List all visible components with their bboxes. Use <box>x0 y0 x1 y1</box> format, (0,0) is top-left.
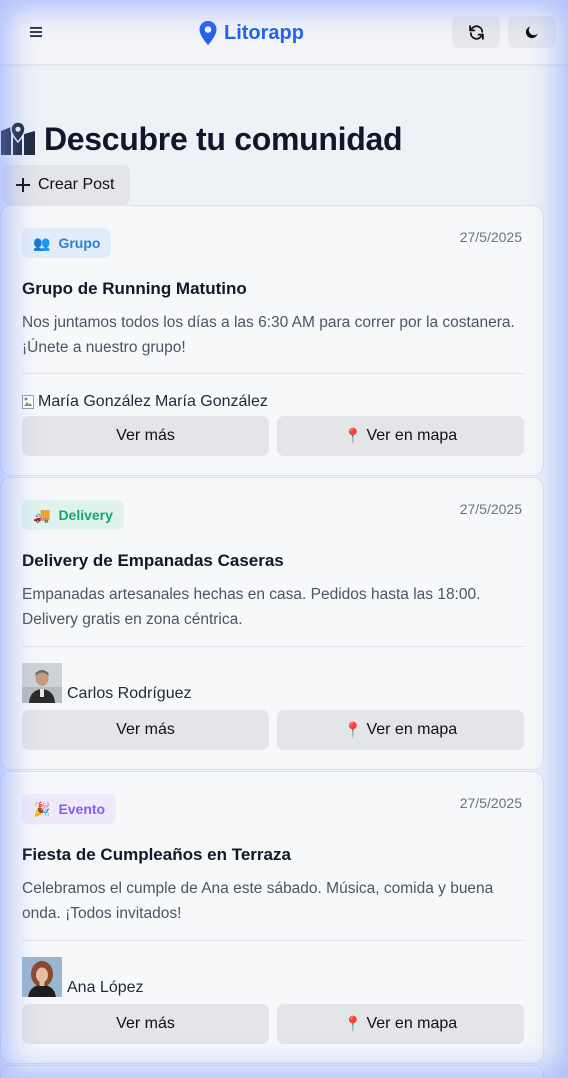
view-on-map-button[interactable]: 📍 Ver en mapa <box>277 1004 524 1044</box>
post-author: Ana López <box>22 957 144 997</box>
post-card: 🚚 Delivery 27/5/2025 Delivery de Empanad… <box>0 477 544 770</box>
page-title: Descubre tu comunidad <box>0 118 403 160</box>
pushpin-icon: 📍 <box>343 722 363 739</box>
page-heading: Descubre tu comunidad <box>44 120 403 157</box>
menu-button[interactable] <box>22 20 50 44</box>
avatar-alt-text: María González <box>38 393 151 410</box>
post-card <box>0 1065 544 1078</box>
avatar <box>22 957 62 997</box>
author-name: Ana López <box>67 979 144 996</box>
brand-name: Litorapp <box>224 21 304 44</box>
post-card: 🎉 Evento 27/5/2025 Fiesta de Cumpleaños … <box>0 771 544 1064</box>
category-badge: 🎉 Evento <box>22 794 117 824</box>
view-on-map-label: Ver en mapa <box>366 1015 458 1032</box>
refresh-button[interactable] <box>452 16 500 48</box>
avatar <box>22 663 62 703</box>
card-divider <box>22 940 524 941</box>
pushpin-icon: 📍 <box>343 1016 363 1033</box>
moon-icon <box>525 26 538 39</box>
category-label: Grupo <box>58 235 101 251</box>
post-description: Celebramos el cumple de Ana este sábado.… <box>22 880 494 922</box>
post-date: 27/5/2025 <box>459 501 522 517</box>
post-author: Carlos Rodríguez <box>22 663 192 703</box>
author-name: María González <box>154 393 268 410</box>
menu-icon <box>30 27 42 37</box>
view-on-map-label: Ver en mapa <box>366 427 458 444</box>
category-label: Evento <box>58 801 106 817</box>
pushpin-icon: 📍 <box>343 428 363 445</box>
see-more-button[interactable]: Ver más <box>22 1004 269 1044</box>
users-icon: 👥 <box>33 234 51 251</box>
card-actions: Ver más 📍 Ver en mapa <box>22 710 524 750</box>
see-more-label: Ver más <box>116 427 175 444</box>
post-card: 👥 Grupo 27/5/2025 Grupo de Running Matut… <box>0 205 544 476</box>
map-pin-icon <box>199 21 217 45</box>
see-more-button[interactable]: Ver más <box>22 416 269 456</box>
author-name: Carlos Rodríguez <box>67 685 192 702</box>
post-date: 27/5/2025 <box>459 229 522 245</box>
truck-icon: 🚚 <box>33 506 51 523</box>
broken-image-icon <box>22 395 34 409</box>
see-more-label: Ver más <box>116 721 175 738</box>
post-title: Grupo de Running Matutino <box>22 279 247 298</box>
post-author: María González María González <box>22 393 268 411</box>
create-post-label: Crear Post <box>38 176 115 193</box>
category-badge: 👥 Grupo <box>22 228 112 258</box>
post-description: Empanadas artesanales hechas en casa. Pe… <box>22 586 481 628</box>
view-on-map-button[interactable]: 📍 Ver en mapa <box>277 416 524 456</box>
see-more-button[interactable]: Ver más <box>22 710 269 750</box>
card-divider <box>22 373 524 374</box>
theme-toggle-button[interactable] <box>508 16 556 48</box>
plus-icon <box>16 178 30 192</box>
view-on-map-label: Ver en mapa <box>366 721 458 738</box>
create-post-button[interactable]: Crear Post <box>2 165 130 205</box>
view-on-map-button[interactable]: 📍 Ver en mapa <box>277 710 524 750</box>
category-badge: 🚚 Delivery <box>22 500 124 530</box>
card-divider <box>22 646 524 647</box>
category-label: Delivery <box>58 507 113 523</box>
see-more-label: Ver más <box>116 1015 175 1032</box>
post-date: 27/5/2025 <box>459 795 522 811</box>
card-actions: Ver más 📍 Ver en mapa <box>22 416 524 456</box>
app-header: Litorapp <box>0 0 568 65</box>
brand[interactable]: Litorapp <box>198 18 304 48</box>
post-description: Nos juntamos todos los días a las 6:30 A… <box>22 314 515 356</box>
post-title: Fiesta de Cumpleaños en Terraza <box>22 845 291 864</box>
map-icon <box>1 122 35 155</box>
card-actions: Ver más 📍 Ver en mapa <box>22 1004 524 1044</box>
party-popper-icon: 🎉 <box>33 800 51 817</box>
post-title: Delivery de Empanadas Caseras <box>22 551 284 570</box>
refresh-icon <box>468 24 484 40</box>
